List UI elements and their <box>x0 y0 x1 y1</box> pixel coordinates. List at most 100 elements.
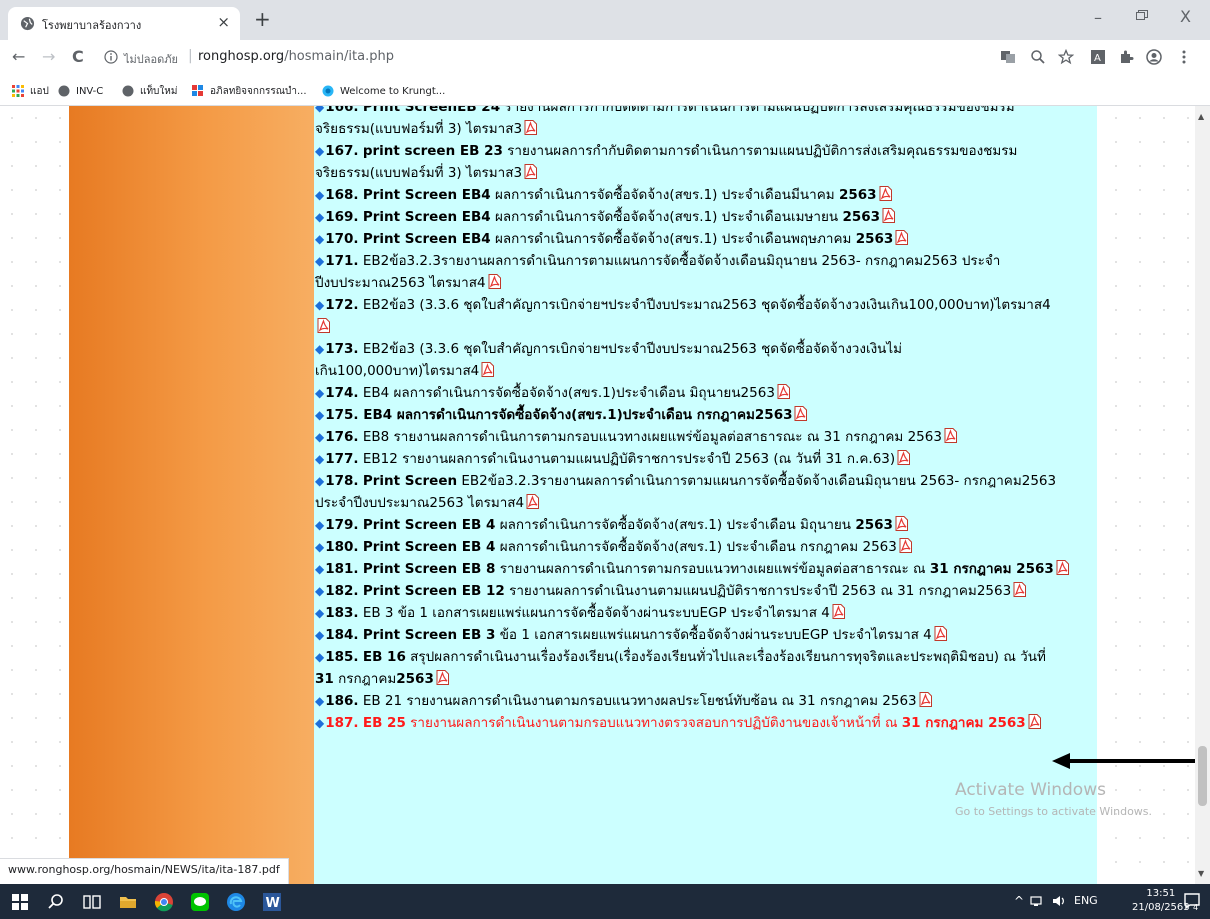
bookmark-apps[interactable]: แอป <box>12 83 49 99</box>
back-button[interactable]: ← <box>12 48 25 66</box>
item-number: 170. <box>325 231 359 247</box>
list-item: ◆177. EB12 รายงานผลการดำเนินงานตามแผนปฏิ… <box>315 448 1085 470</box>
item-text: ผลการดำเนินการจัดซื้อจัดจ้าง(สขร.1) ประจ… <box>495 517 856 533</box>
item-title-bold: Print Screen EB 3 <box>362 627 496 643</box>
notification-icon[interactable]: 4 <box>1182 891 1202 911</box>
pdf-icon[interactable] <box>832 604 845 619</box>
line-app-icon[interactable] <box>190 892 210 912</box>
pdf-icon[interactable] <box>524 120 538 135</box>
scroll-down-arrow-icon[interactable]: ▼ <box>1198 869 1204 878</box>
pdf-icon[interactable] <box>524 164 538 179</box>
zoom-icon[interactable] <box>1030 49 1046 65</box>
pdf-icon[interactable] <box>879 186 892 201</box>
volume-icon[interactable] <box>1052 894 1066 908</box>
bookmark-gprocurement[interactable]: อภิลทยิจจกกรรณบำ... <box>192 83 307 99</box>
list-item: ◆187. EB 25 รายงานผลการดำเนินงานตามกรอบแ… <box>315 712 1085 734</box>
item-number: 171. <box>325 253 359 269</box>
puzzle-icon[interactable] <box>1118 49 1134 65</box>
scroll-up-arrow-icon[interactable]: ▲ <box>1198 112 1204 121</box>
reload-button[interactable]: C <box>72 48 84 66</box>
list-item: ◆185. EB 16 สรุปผลการดำเนินงานเรื่องร้อง… <box>315 646 1085 668</box>
windows-taskbar: W ^ ENG 13:51 21/08/2563 4 <box>0 884 1210 919</box>
bullet-icon: ◆ <box>315 694 325 708</box>
url-domain: ronghosp.org <box>198 49 285 64</box>
list-item: ◆174. EB4 ผลการดำเนินการจัดซื้อจัดจ้าง(ส… <box>315 382 1085 404</box>
task-view-icon[interactable] <box>82 892 102 912</box>
scroll-thumb[interactable] <box>1198 746 1207 806</box>
word-icon[interactable]: W <box>262 892 282 912</box>
url-text[interactable]: ronghosp.org/hosmain/ita.php <box>198 49 394 64</box>
pointer-arrow-icon <box>1052 753 1195 769</box>
close-window-button[interactable]: X <box>1180 7 1191 26</box>
address-bar[interactable]: ไม่ปลอดภัย | ronghosp.org/hosmain/ita.ph… <box>100 45 500 71</box>
list-item-continuation: เกิน100,000บาท)ไตรมาส4 <box>315 360 1085 382</box>
pdf-icon[interactable] <box>897 450 911 465</box>
edge-icon[interactable] <box>226 892 246 912</box>
new-tab-button[interactable]: + <box>254 8 271 30</box>
profile-icon[interactable] <box>1146 49 1162 65</box>
pdf-icon[interactable] <box>895 516 908 531</box>
restore-button[interactable] <box>1136 10 1148 20</box>
star-icon[interactable] <box>1058 49 1074 65</box>
tab-title: โรงพยาบาลร้องกวาง <box>42 19 142 32</box>
pdf-icon[interactable] <box>526 494 540 509</box>
system-clock[interactable]: 13:51 21/08/2563 <box>1132 887 1190 915</box>
network-icon[interactable] <box>1030 894 1044 908</box>
item-title-bold: Print Screen <box>362 473 458 489</box>
pdf-icon[interactable] <box>317 318 330 333</box>
pdf-icon[interactable] <box>934 626 947 641</box>
item-text: ผลการดำเนินการจัดซื้อจัดจ้าง(สขร.1) ประจ… <box>490 231 856 247</box>
pdf-icon[interactable] <box>1028 714 1041 729</box>
translate-icon[interactable] <box>1000 49 1016 65</box>
list-item: ◆167. print screen EB 23 รายงานผลการกำกั… <box>315 140 1085 162</box>
item-title-bold: Print Screen EB4 <box>362 231 491 247</box>
bullet-icon: ◆ <box>315 298 325 312</box>
language-indicator[interactable]: ENG <box>1074 894 1098 907</box>
pdf-icon[interactable] <box>899 538 912 553</box>
bookmark-new-tab[interactable]: แท็บใหม่ <box>122 83 177 99</box>
pdf-icon[interactable] <box>895 230 909 245</box>
pdf-icon[interactable] <box>919 692 932 707</box>
file-explorer-icon[interactable] <box>118 892 138 912</box>
pdf-icon[interactable] <box>794 406 808 421</box>
list-item: ◆184. Print Screen EB 3 ข้อ 1 เอกสารเผยแ… <box>315 624 1085 646</box>
bullet-icon: ◆ <box>315 342 325 356</box>
pdf-icon[interactable] <box>481 362 495 377</box>
item-title-bold: Print Screen EB 12 <box>362 583 505 599</box>
pdf-icon[interactable] <box>1013 582 1027 597</box>
bullet-icon: ◆ <box>315 452 325 466</box>
forward-button[interactable]: → <box>42 48 55 66</box>
info-icon[interactable] <box>104 50 118 64</box>
item-number: 183. <box>325 605 359 621</box>
globe-icon <box>122 85 134 97</box>
tab-close-button[interactable]: × <box>217 13 230 31</box>
list-item: ◆169. Print Screen EB4 ผลการดำเนินการจัด… <box>315 206 1085 228</box>
bullet-icon: ◆ <box>315 210 325 224</box>
minimize-button[interactable]: – <box>1094 8 1102 27</box>
windows-start-icon[interactable] <box>10 892 30 912</box>
pdf-icon[interactable] <box>882 208 896 223</box>
krungthai-icon <box>322 85 334 97</box>
item-number: 181. <box>325 561 359 577</box>
bullet-icon: ◆ <box>315 188 325 202</box>
list-item: ◆168. Print Screen EB4 ผลการดำเนินการจัด… <box>315 184 1085 206</box>
extension-icon[interactable]: A <box>1090 49 1106 65</box>
pdf-icon[interactable] <box>488 274 501 289</box>
bookmark-inv-c[interactable]: INV-C <box>58 83 103 99</box>
item-title-bold: EB 16 <box>362 649 406 665</box>
chrome-icon[interactable] <box>154 892 174 912</box>
pdf-icon[interactable] <box>777 384 790 399</box>
item-number: 167. <box>325 143 359 159</box>
bookmark-label: แท็บใหม่ <box>140 85 178 97</box>
bookmark-krungthai[interactable]: Welcome to Krungt... <box>322 83 445 99</box>
pdf-icon[interactable] <box>944 428 957 443</box>
menu-kebab-icon[interactable] <box>1176 49 1192 65</box>
bookmark-label: Welcome to Krungt... <box>340 85 446 97</box>
tray-chevron-icon[interactable]: ^ <box>1014 894 1024 908</box>
browser-tab[interactable]: โรงพยาบาลร้องกวาง × <box>8 7 240 40</box>
page-scrollbar[interactable]: ▲ ▼ <box>1195 106 1210 884</box>
pdf-icon[interactable] <box>436 670 449 685</box>
pdf-icon[interactable] <box>1056 560 1069 575</box>
search-icon[interactable] <box>46 892 66 912</box>
bullet-icon: ◆ <box>315 386 325 400</box>
